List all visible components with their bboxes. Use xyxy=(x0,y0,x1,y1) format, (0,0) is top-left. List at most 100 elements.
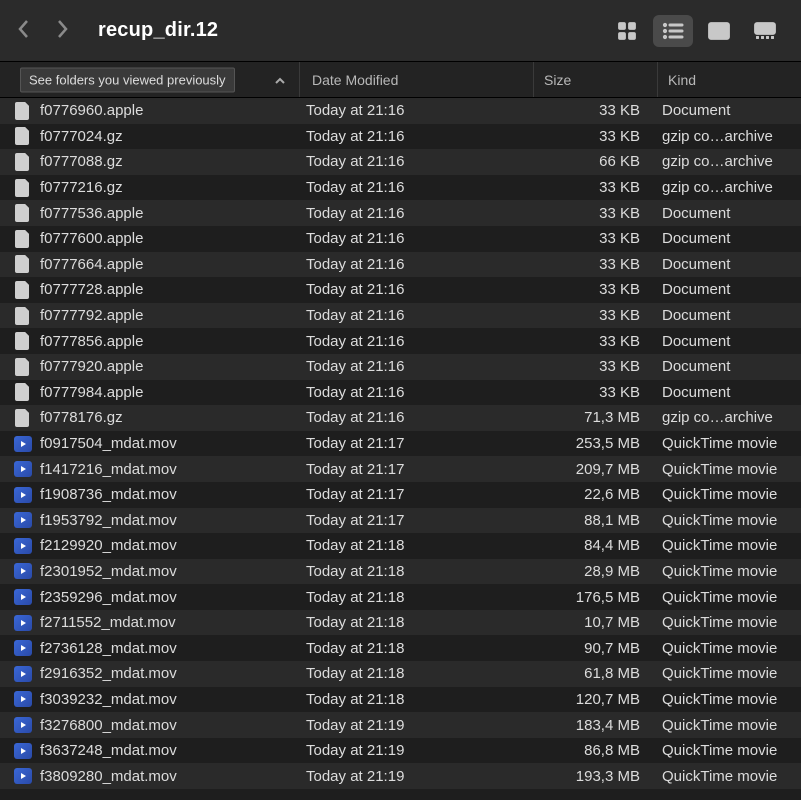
table-row[interactable]: f0777856.appleToday at 21:1633 KBDocumen… xyxy=(0,328,801,354)
quicktime-icon xyxy=(14,767,32,785)
file-size: 61,8 MB xyxy=(528,665,652,682)
file-name: f2301952_mdat.mov xyxy=(32,563,294,580)
file-date: Today at 21:16 xyxy=(294,230,528,247)
file-size: 33 KB xyxy=(528,281,652,298)
file-name: f2736128_mdat.mov xyxy=(32,640,294,657)
document-icon xyxy=(14,409,32,427)
document-icon xyxy=(14,332,32,350)
file-kind: QuickTime movie xyxy=(652,691,801,708)
table-row[interactable]: f0777600.appleToday at 21:1633 KBDocumen… xyxy=(0,226,801,252)
forward-button[interactable] xyxy=(54,17,70,44)
file-name: f2711552_mdat.mov xyxy=(32,614,294,631)
file-size: 120,7 MB xyxy=(528,691,652,708)
file-kind: QuickTime movie xyxy=(652,640,801,657)
file-name: f0777600.apple xyxy=(32,230,294,247)
view-toggle-group xyxy=(607,15,785,47)
file-name: f0917504_mdat.mov xyxy=(32,435,294,452)
window-title: recup_dir.12 xyxy=(98,19,218,42)
table-row[interactable]: f0777984.appleToday at 21:1633 KBDocumen… xyxy=(0,380,801,406)
file-date: Today at 21:16 xyxy=(294,128,528,145)
file-size: 33 KB xyxy=(528,230,652,247)
table-row[interactable]: f1417216_mdat.movToday at 21:17209,7 MBQ… xyxy=(0,456,801,482)
table-row[interactable]: f3809280_mdat.movToday at 21:19193,3 MBQ… xyxy=(0,763,801,789)
file-date: Today at 21:18 xyxy=(294,563,528,580)
file-date: Today at 21:17 xyxy=(294,461,528,478)
table-row[interactable]: f1908736_mdat.movToday at 21:1722,6 MBQu… xyxy=(0,482,801,508)
file-size: 33 KB xyxy=(528,333,652,350)
file-size: 33 KB xyxy=(528,307,652,324)
file-date: Today at 21:16 xyxy=(294,384,528,401)
file-size: 86,8 MB xyxy=(528,742,652,759)
file-name: f1417216_mdat.mov xyxy=(32,461,294,478)
quicktime-icon xyxy=(14,537,32,555)
table-row[interactable]: f2129920_mdat.movToday at 21:1884,4 MBQu… xyxy=(0,533,801,559)
file-list: f0776960.appleToday at 21:1633 KBDocumen… xyxy=(0,98,801,789)
table-row[interactable]: f3276800_mdat.movToday at 21:19183,4 MBQ… xyxy=(0,712,801,738)
table-row[interactable]: f0777920.appleToday at 21:1633 KBDocumen… xyxy=(0,354,801,380)
document-icon xyxy=(14,281,32,299)
file-kind: QuickTime movie xyxy=(652,435,801,452)
table-row[interactable]: f0777664.appleToday at 21:1633 KBDocumen… xyxy=(0,252,801,278)
file-name: f0778176.gz xyxy=(32,409,294,426)
quicktime-icon xyxy=(14,588,32,606)
file-size: 66 KB xyxy=(528,153,652,170)
file-size: 10,7 MB xyxy=(528,614,652,631)
document-icon xyxy=(14,127,32,145)
back-button[interactable] xyxy=(16,17,32,44)
list-view-button[interactable] xyxy=(653,15,693,47)
table-row[interactable]: f0917504_mdat.movToday at 21:17253,5 MBQ… xyxy=(0,431,801,457)
table-row[interactable]: f2301952_mdat.movToday at 21:1828,9 MBQu… xyxy=(0,559,801,585)
file-date: Today at 21:16 xyxy=(294,333,528,350)
file-size: 33 KB xyxy=(528,102,652,119)
file-kind: gzip co…archive xyxy=(652,179,801,196)
icon-view-button[interactable] xyxy=(607,15,647,47)
table-row[interactable]: f2916352_mdat.movToday at 21:1861,8 MBQu… xyxy=(0,661,801,687)
file-kind: QuickTime movie xyxy=(652,742,801,759)
chevron-up-icon xyxy=(275,72,285,88)
file-kind: Document xyxy=(652,333,801,350)
nav-arrows xyxy=(16,17,70,44)
table-row[interactable]: f2736128_mdat.movToday at 21:1890,7 MBQu… xyxy=(0,635,801,661)
table-row[interactable]: f0777792.appleToday at 21:1633 KBDocumen… xyxy=(0,303,801,329)
file-kind: Document xyxy=(652,256,801,273)
file-size: 33 KB xyxy=(528,256,652,273)
file-date: Today at 21:16 xyxy=(294,102,528,119)
document-icon xyxy=(14,179,32,197)
table-row[interactable]: f0777088.gzToday at 21:1666 KBgzip co…ar… xyxy=(0,149,801,175)
file-name: f0777920.apple xyxy=(32,358,294,375)
column-header-date[interactable]: Date Modified xyxy=(300,62,534,97)
table-row[interactable]: f1953792_mdat.movToday at 21:1788,1 MBQu… xyxy=(0,508,801,534)
columns-header: See folders you viewed previously Date M… xyxy=(0,62,801,98)
file-date: Today at 21:16 xyxy=(294,256,528,273)
file-size: 183,4 MB xyxy=(528,717,652,734)
table-row[interactable]: f3637248_mdat.movToday at 21:1986,8 MBQu… xyxy=(0,738,801,764)
table-row[interactable]: f0777216.gzToday at 21:1633 KBgzip co…ar… xyxy=(0,175,801,201)
file-kind: gzip co…archive xyxy=(652,153,801,170)
file-kind: Document xyxy=(652,230,801,247)
file-date: Today at 21:18 xyxy=(294,589,528,606)
table-row[interactable]: f0777536.appleToday at 21:1633 KBDocumen… xyxy=(0,200,801,226)
file-name: f3809280_mdat.mov xyxy=(32,768,294,785)
column-header-kind[interactable]: Kind xyxy=(658,62,801,97)
table-row[interactable]: f2359296_mdat.movToday at 21:18176,5 MBQ… xyxy=(0,584,801,610)
table-row[interactable]: f0777024.gzToday at 21:1633 KBgzip co…ar… xyxy=(0,124,801,150)
file-name: f3637248_mdat.mov xyxy=(32,742,294,759)
table-row[interactable]: f0778176.gzToday at 21:1671,3 MBgzip co…… xyxy=(0,405,801,431)
document-icon xyxy=(14,383,32,401)
table-row[interactable]: f2711552_mdat.movToday at 21:1810,7 MBQu… xyxy=(0,610,801,636)
file-name: f0777536.apple xyxy=(32,205,294,222)
file-name: f3276800_mdat.mov xyxy=(32,717,294,734)
column-header-size[interactable]: Size xyxy=(534,62,658,97)
table-row[interactable]: f0776960.appleToday at 21:1633 KBDocumen… xyxy=(0,98,801,124)
table-row[interactable]: f0777728.appleToday at 21:1633 KBDocumen… xyxy=(0,277,801,303)
file-size: 176,5 MB xyxy=(528,589,652,606)
file-kind: QuickTime movie xyxy=(652,665,801,682)
gallery-view-button[interactable] xyxy=(745,15,785,47)
column-view-button[interactable] xyxy=(699,15,739,47)
file-kind: QuickTime movie xyxy=(652,768,801,785)
table-row[interactable]: f3039232_mdat.movToday at 21:18120,7 MBQ… xyxy=(0,687,801,713)
file-size: 209,7 MB xyxy=(528,461,652,478)
file-kind: QuickTime movie xyxy=(652,717,801,734)
file-size: 33 KB xyxy=(528,128,652,145)
file-name: f0776960.apple xyxy=(32,102,294,119)
